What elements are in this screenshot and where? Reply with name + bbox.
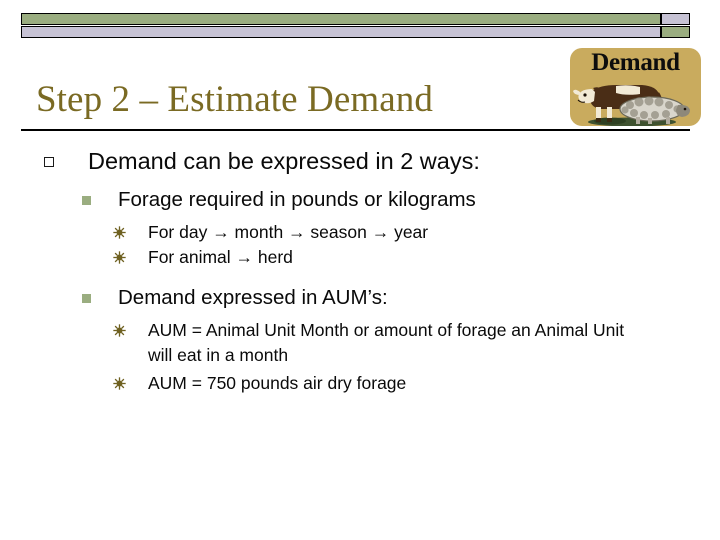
bullet-level3-animal-herd: For animal → herd [0,245,720,270]
bullet-text: Forage required in pounds or kilograms [118,188,476,211]
decoration-bar-bottom [21,26,690,38]
filled-square-bullet-icon [82,196,91,205]
decoration-bar-top [21,13,690,25]
decoration-bar-top-lavender-segment [662,14,689,24]
decoration-bar-bottom-lavender-segment [22,27,660,37]
starburst-bullet-icon [113,324,126,337]
slide-body: Demand can be expressed in 2 ways: Forag… [0,146,720,396]
bullet-level2-demand-aums: Demand expressed in AUM’s: [0,284,720,311]
hollow-square-bullet-icon [44,157,54,167]
title-underline-rule [21,129,690,132]
starburst-bullet-icon [113,226,126,239]
decoration-bar-top-green-segment [22,14,660,24]
bullet-text: AUM = Animal Unit Month or amount of for… [148,320,625,365]
bullet-text: AUM = 750 pounds air dry forage [148,373,407,393]
cow-and-sheep-icon [573,85,690,126]
bullet-level3-aum-definition: AUM = Animal Unit Month or amount of for… [0,318,720,368]
bullet-level3-day-month-season-year: For day → month → season → year [0,220,720,245]
starburst-bullet-icon [113,251,126,264]
header-decoration-bars [21,13,690,40]
bullet-text: For day → month → season → year [148,222,429,242]
bullet-level2-forage-required: Forage required in pounds or kilograms [0,186,720,213]
filled-square-bullet-icon [82,294,91,303]
decoration-bar-bottom-green-segment [662,27,689,37]
starburst-bullet-icon [113,377,126,390]
bullet-text: Demand expressed in AUM’s: [118,286,388,309]
bullet-level1-demand-ways: Demand can be expressed in 2 ways: [0,146,720,177]
bullet-level3-aum-pounds: AUM = 750 pounds air dry forage [0,371,720,396]
demand-clipart: Demand [570,48,701,126]
slide-title: Step 2 – Estimate Demand [36,79,433,120]
bullet-text: For animal → herd [148,247,293,267]
demand-clipart-caption: Demand [591,49,680,76]
bullet-text: Demand can be expressed in 2 ways: [88,148,480,174]
